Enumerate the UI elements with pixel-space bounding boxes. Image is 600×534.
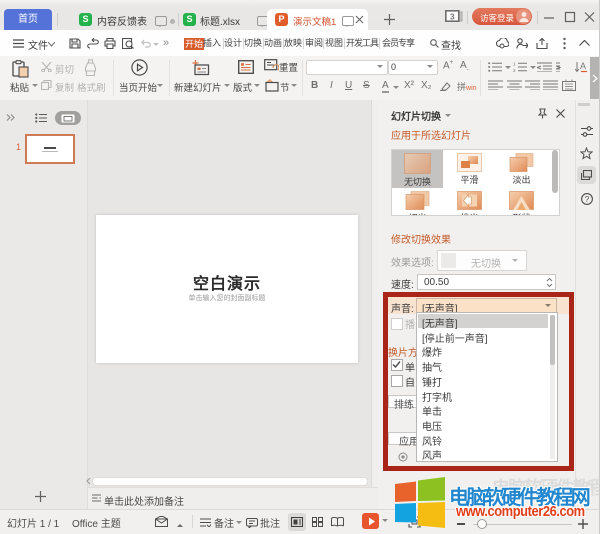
svg-text:2: 2 <box>513 68 516 72</box>
svg-text:1: 1 <box>513 62 516 67</box>
svg-text:3: 3 <box>450 11 455 21</box>
svg-text:?: ? <box>585 195 590 204</box>
svg-text:A: A <box>580 61 586 71</box>
